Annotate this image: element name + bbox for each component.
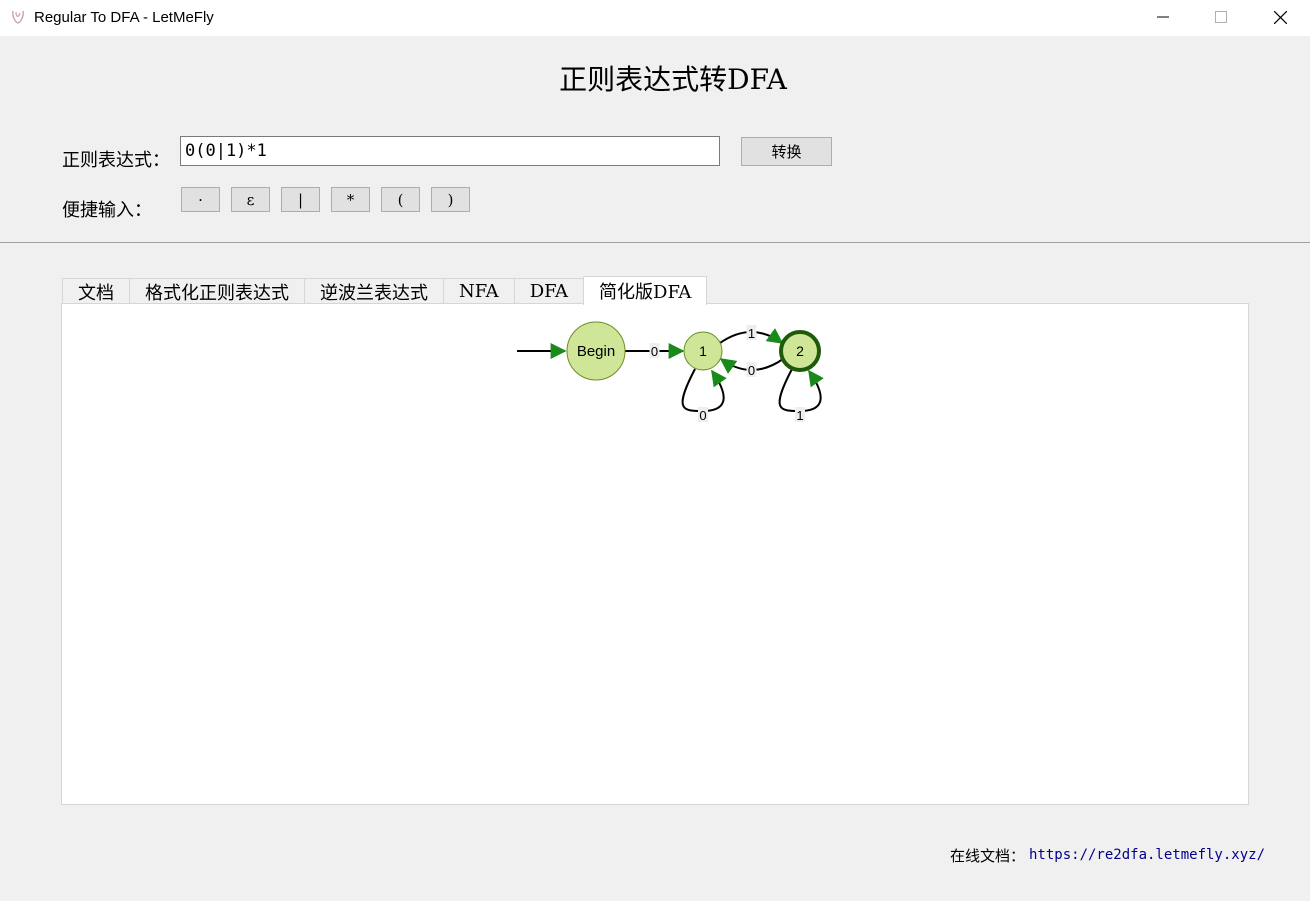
tab-bar: 文档 格式化正则表达式 逆波兰表达式 NFA DFA 简化版DFA [62,276,708,305]
maximize-button[interactable] [1192,0,1250,34]
divider [0,242,1310,243]
quick-star-button[interactable]: * [331,187,370,212]
state-label: Begin [577,343,615,360]
quick-input-label: 便捷输入： [62,200,152,221]
edge-label: 1 [796,408,803,423]
quick-pipe-button[interactable]: | [281,187,320,212]
edge-label: 0 [748,363,755,378]
graph-panel: 0 1 0 0 1 Begin 1 2 [61,303,1249,805]
tab-nfa[interactable]: NFA [443,278,515,304]
minimize-icon [1157,16,1169,18]
quick-rparen-button[interactable]: ) [431,187,470,212]
edge-label: 1 [748,326,755,341]
regex-label: 正则表达式： [62,150,170,171]
tab-dfa[interactable]: DFA [513,278,585,304]
docs-link[interactable]: https://re2dfa.letmefly.xyz/ [1029,847,1265,863]
edge-2-2 [778,368,824,413]
state-label: 1 [699,343,707,359]
edge-1-1 [681,368,727,413]
edge-label: 0 [699,408,706,423]
tab-simplified-dfa[interactable]: 简化版DFA [583,276,708,305]
title-bar: Regular To DFA - LetMeFly [0,0,1310,36]
quick-epsilon-button[interactable]: ε [231,187,270,212]
convert-button[interactable]: 转换 [741,137,832,166]
close-icon [1273,10,1287,24]
footer-label: 在线文档： [950,847,1026,865]
close-button[interactable] [1251,0,1309,34]
dfa-graph: 0 1 0 0 1 Begin 1 2 [517,321,824,423]
tab-rpn[interactable]: 逆波兰表达式 [304,278,444,304]
quick-dot-button[interactable]: · [181,187,220,212]
regex-input[interactable] [180,136,720,166]
page-title: 正则表达式转DFA [559,63,787,96]
state-label: 2 [796,343,804,359]
maximize-icon [1215,11,1227,23]
app-icon [12,10,24,24]
tab-formatted-regex[interactable]: 格式化正则表达式 [129,278,305,304]
edge-label: 0 [651,344,658,359]
window-title: Regular To DFA - LetMeFly [34,9,214,26]
tab-docs[interactable]: 文档 [62,278,130,304]
minimize-button[interactable] [1134,0,1192,34]
quick-lparen-button[interactable]: ( [381,187,420,212]
